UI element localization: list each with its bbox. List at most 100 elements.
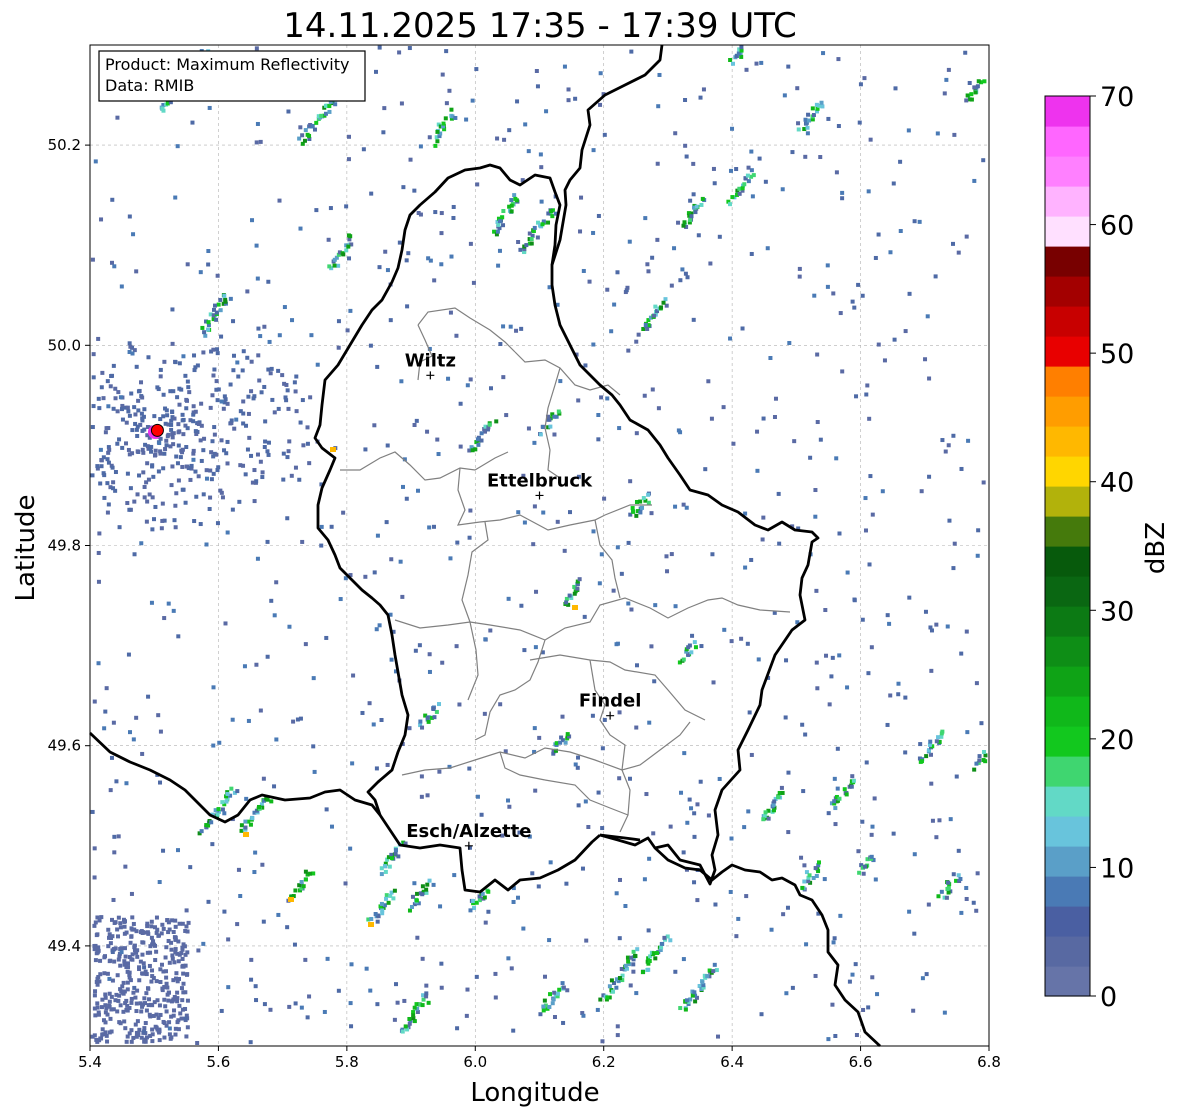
echo-pixel — [113, 998, 118, 1003]
echo-pixel — [204, 468, 209, 473]
echo-pixel — [214, 317, 219, 322]
echo-pixel — [157, 441, 162, 446]
echo-pixel — [228, 382, 233, 387]
echo-pixel — [972, 767, 977, 772]
echo-pixel — [169, 999, 174, 1004]
echo-pixel — [286, 449, 291, 454]
echo-pixel — [173, 525, 178, 530]
echo-pixel — [412, 422, 417, 427]
echo-pixel — [127, 1031, 132, 1036]
echo-pixel — [92, 846, 97, 851]
echo-pixel — [181, 354, 186, 359]
echo-pixel — [95, 1005, 100, 1010]
echo-pixel — [219, 334, 224, 339]
echo-pixel — [628, 983, 633, 988]
echo-pixel — [744, 67, 749, 72]
city-label: Esch/Alzette — [406, 821, 531, 842]
colorbar-segment — [1045, 126, 1090, 157]
echo-pixel — [222, 909, 227, 914]
echo-pixel — [346, 157, 351, 162]
echo-pixel — [134, 1009, 139, 1014]
echo-pixel — [538, 432, 543, 437]
echo-pixel — [400, 1029, 405, 1034]
echo-pixel — [864, 392, 869, 397]
echo-pixel — [815, 686, 820, 691]
echo-pixel — [566, 87, 571, 92]
echo-pixel — [332, 257, 337, 262]
echo-pixel — [538, 152, 543, 157]
echo-pixel — [907, 291, 912, 296]
echo-pixel — [599, 552, 604, 557]
echo-pixel — [191, 419, 196, 424]
echo-pixel — [797, 274, 802, 279]
echo-pixel — [487, 422, 492, 427]
echo-pixel — [215, 347, 220, 352]
echo-pixel — [625, 955, 630, 960]
echo-pixel — [896, 681, 901, 686]
echo-pixel — [974, 908, 979, 913]
echo-pixel — [515, 99, 520, 104]
echo-pixel — [127, 970, 132, 975]
echo-pixel — [293, 465, 298, 470]
echo-pixel — [106, 944, 111, 949]
echo-pixel — [299, 880, 304, 885]
echo-pixel — [254, 46, 259, 51]
echo-pixel — [172, 1008, 177, 1013]
echo-pixel — [455, 1026, 460, 1031]
echo-pixel — [744, 894, 749, 899]
echo-pixel — [226, 985, 231, 990]
echo-pixel — [125, 405, 130, 410]
echo-pixel — [246, 394, 251, 399]
echo-pixel — [400, 484, 405, 489]
echo-pixel — [568, 510, 573, 515]
echo-pixel — [435, 437, 440, 442]
echo-pixel — [711, 969, 716, 974]
echo-pixel — [925, 314, 930, 319]
echo-pixel — [763, 179, 768, 184]
echo-pixel — [186, 385, 191, 390]
echo-pixel — [631, 969, 636, 974]
echo-pixel — [412, 1005, 417, 1010]
echo-pixel — [851, 778, 856, 783]
echo-pixel — [267, 339, 272, 344]
echo-pixel — [303, 642, 308, 647]
echo-pixel — [779, 785, 784, 790]
echo-pixel — [780, 187, 785, 192]
echo-pixel — [176, 430, 181, 435]
echo-pixel — [966, 438, 971, 443]
echo-pixel — [289, 473, 294, 478]
echo-pixel — [541, 510, 546, 515]
echo-pixel — [332, 263, 337, 268]
echo-pixel — [245, 447, 250, 452]
echo-pixel — [868, 137, 873, 142]
echo-pixel — [115, 409, 120, 414]
echo-pixel — [427, 878, 432, 883]
colorbar-segment — [1045, 456, 1090, 487]
echo-pixel — [785, 905, 790, 910]
echo-pixel — [761, 817, 766, 822]
echo-pixel — [107, 1003, 112, 1008]
echo-pixel — [132, 927, 137, 932]
echo-pixel — [818, 437, 823, 442]
echo-pixel — [431, 882, 436, 887]
echo-pixel — [772, 799, 777, 804]
echo-pixel — [265, 797, 270, 802]
colorbar-segment — [1045, 576, 1090, 607]
echo-pixel — [840, 196, 845, 201]
echo-pixel — [682, 220, 687, 225]
echo-pixel — [516, 895, 521, 900]
echo-pixel — [475, 794, 480, 799]
echo-pixel — [609, 329, 614, 334]
echo-pixel — [138, 1001, 143, 1006]
echo-pixel — [136, 408, 141, 413]
echo-pixel — [814, 588, 819, 593]
echo-pixel — [229, 418, 234, 423]
x-tick-label: 6.6 — [849, 1053, 873, 1071]
echo-pixel — [509, 209, 514, 214]
echo-pixel — [547, 938, 552, 943]
echo-pixel — [595, 1007, 600, 1012]
echo-pixel — [401, 185, 406, 190]
echo-pixel — [786, 770, 791, 775]
echo-pixel — [214, 310, 219, 315]
echo-pixel — [946, 880, 951, 885]
